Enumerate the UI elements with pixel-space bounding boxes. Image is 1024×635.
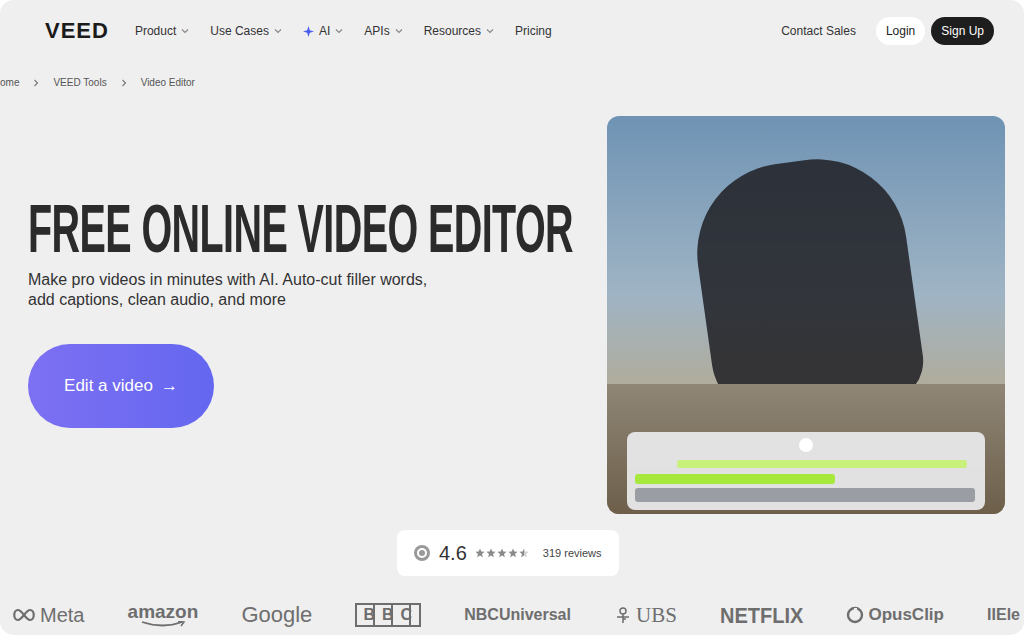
brand-name: OpusClip — [868, 605, 944, 625]
brand-logo: Meta — [12, 604, 84, 627]
hero-text: FREE ONLINE VIDEO EDITOR Make pro videos … — [0, 116, 607, 514]
chevron-down-icon — [274, 28, 282, 34]
nav-label[interactable]: Product — [135, 24, 176, 38]
caption-track — [677, 460, 967, 468]
hero-section: FREE ONLINE VIDEO EDITOR Make pro videos … — [0, 116, 1024, 514]
video-track — [635, 488, 975, 502]
brand-logo: IIEle — [987, 606, 1020, 624]
rating-score: 4.6 — [439, 542, 467, 565]
nav-item[interactable]: Pricing — [515, 24, 557, 38]
nav-item[interactable]: AI — [303, 24, 343, 38]
brand-name: BBC — [355, 603, 421, 627]
person-figure — [686, 148, 929, 425]
amazon-wordmark: amazon — [128, 603, 199, 627]
nav-label[interactable]: Use Cases — [210, 24, 269, 38]
rating-row: 4.6 319 reviews — [0, 530, 1024, 576]
infinity-icon — [12, 608, 36, 622]
nav-label[interactable]: Resources — [424, 24, 481, 38]
edit-video-button[interactable]: Edit a video → — [28, 344, 214, 428]
star-icon — [475, 548, 485, 558]
hero-subtitle: Make pro videos in minutes with AI. Auto… — [28, 270, 428, 310]
nav-item[interactable]: APIs — [364, 24, 402, 38]
breadcrumb: ome VEED Tools Video Editor — [0, 62, 1024, 116]
hero-image — [607, 116, 1005, 514]
hero-title-box: FREE ONLINE VIDEO EDITOR — [28, 194, 573, 262]
star-icon — [486, 548, 496, 558]
breadcrumb-item: Video Editor — [141, 76, 195, 90]
nav-item[interactable]: Use Cases — [210, 24, 282, 38]
brand-name: NBCUniversal — [464, 606, 571, 624]
smile-icon — [138, 621, 188, 627]
brand-logo: NBCUniversal — [464, 606, 571, 624]
contact-sales-link[interactable]: Contact Sales — [781, 24, 856, 38]
brand-name: Google — [241, 602, 312, 628]
play-button[interactable] — [799, 438, 813, 452]
breadcrumb-item[interactable]: ome — [0, 76, 19, 90]
brand-name: NETFLIX — [720, 602, 803, 627]
nav-item[interactable]: Product — [135, 24, 189, 38]
chevron-down-icon — [395, 28, 403, 34]
brand-name: Meta — [40, 604, 84, 627]
nav-actions: Contact Sales LoginSign Up — [781, 17, 994, 45]
brand-logo: BBC — [355, 603, 421, 627]
chevron-down-icon — [486, 28, 494, 34]
hero-title: FREE ONLINE VIDEO EDITOR — [28, 194, 573, 262]
star-icon — [519, 548, 529, 558]
signup-button[interactable]: Sign Up — [931, 17, 994, 45]
brand-name: UBS — [636, 603, 677, 628]
nav-label[interactable]: AI — [319, 24, 330, 38]
arrow-icon[interactable]: → — [161, 376, 178, 396]
opusclip-icon — [846, 606, 864, 624]
brand-logo: UBS — [614, 603, 677, 628]
timeline-panel — [627, 432, 985, 510]
review-count: 319 reviews — [543, 547, 602, 559]
nav-label[interactable]: Pricing — [515, 24, 552, 38]
top-nav: VEED Product Use Cases AI APIs Resources Prici… — [0, 0, 1024, 62]
chevron-down-icon — [181, 28, 189, 34]
g2-icon — [413, 544, 431, 562]
brand-name: IIEle — [987, 606, 1020, 624]
keys-icon — [614, 606, 632, 624]
nav-label[interactable]: APIs — [364, 24, 389, 38]
star-rating — [475, 548, 529, 558]
star-icon — [508, 548, 518, 558]
brand-logo: OpusClip — [846, 605, 944, 625]
nav-item[interactable]: Resources — [424, 24, 494, 38]
sparkle-icon — [303, 26, 314, 37]
veed-logo[interactable]: VEED — [45, 18, 109, 44]
brand-logo: Google — [241, 602, 312, 628]
brand-logo: NETFLIX — [720, 604, 803, 627]
button-label[interactable]: Edit a video — [64, 376, 153, 396]
star-icon — [497, 548, 507, 558]
breadcrumb-item[interactable]: VEED Tools — [53, 76, 106, 90]
chevron-down-icon — [335, 28, 343, 34]
rating-badge: 4.6 319 reviews — [397, 530, 619, 576]
chevron-right-icon — [121, 79, 127, 87]
customer-logos: Meta amazon Google BBC NBCUniversal UBS NETFLI… — [0, 602, 1024, 628]
music-track — [635, 474, 835, 484]
chevron-right-icon — [33, 79, 39, 87]
nav-menu: Product Use Cases AI APIs Resources Pricing — [135, 24, 557, 38]
login-button[interactable]: Login — [876, 17, 925, 45]
brand-logo: amazon — [128, 603, 199, 627]
brand-name: amazon — [128, 603, 199, 621]
